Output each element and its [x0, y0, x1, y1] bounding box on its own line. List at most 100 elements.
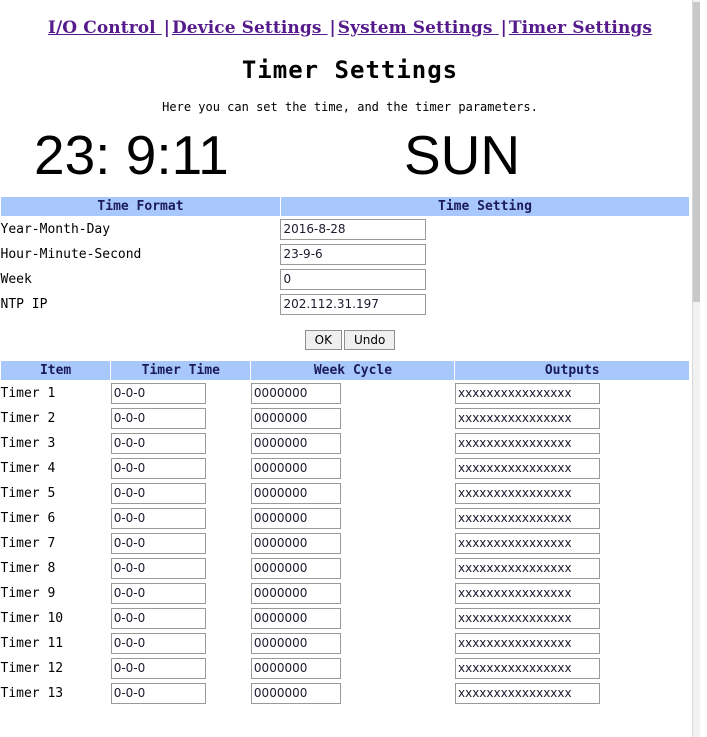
cell-timer-time-7: [110, 531, 251, 556]
outputs-5-input[interactable]: [454, 483, 600, 504]
outputs-7-input[interactable]: [454, 533, 600, 554]
undo-button[interactable]: Undo: [343, 330, 396, 350]
timer-time-4-input[interactable]: [110, 458, 206, 479]
clock-display: 23: 9:11 SUN: [0, 124, 700, 196]
week-cycle-9-input[interactable]: [250, 583, 341, 604]
cell-outputs-3: [454, 431, 690, 456]
nav-link-timer-settings[interactable]: Timer Settings: [509, 18, 652, 38]
timer-settings-page: I/O Control | Device Settings | System Set…: [0, 0, 700, 737]
main-navigation: I/O Control | Device Settings | System Set…: [0, 0, 700, 40]
cell-week: [280, 267, 689, 292]
timer-item-label: Timer 7: [0, 536, 56, 551]
week-cycle-13-input[interactable]: [250, 683, 341, 704]
cell-timer-time-9: [110, 581, 251, 606]
time-table-col-time-setting: Time Setting: [279, 196, 691, 217]
timer-time-7-input[interactable]: [110, 533, 206, 554]
cell-timer-time-3: [110, 431, 251, 456]
timer-time-10-input[interactable]: [110, 608, 206, 629]
label-week: Week: [0, 272, 32, 287]
outputs-12-input[interactable]: [454, 658, 600, 679]
outputs-10-input[interactable]: [454, 608, 600, 629]
table-row: Timer 13: [1, 681, 690, 706]
cell-week-cycle-13: [250, 681, 455, 706]
cell-week-cycle-7: [250, 531, 455, 556]
timer-time-1-input[interactable]: [110, 383, 206, 404]
ntp-ip-input[interactable]: [280, 294, 427, 315]
week-cycle-1-input[interactable]: [250, 383, 341, 404]
cell-timer-time-11: [110, 631, 251, 656]
outputs-9-input[interactable]: [454, 583, 600, 604]
cell-outputs-13: [454, 681, 690, 706]
table-row: Year-Month-Day: [1, 217, 690, 243]
timer-time-11-input[interactable]: [110, 633, 206, 654]
week-cycle-2-input[interactable]: [250, 408, 341, 429]
cell-week-cycle-2: [250, 406, 455, 431]
timer-time-5-input[interactable]: [110, 483, 206, 504]
cell-outputs-12: [454, 656, 690, 681]
week-input[interactable]: [280, 269, 427, 290]
cell-week-cycle-8: [250, 556, 455, 581]
outputs-8-input[interactable]: [454, 558, 600, 579]
timer-time-2-input[interactable]: [110, 408, 206, 429]
outputs-4-input[interactable]: [454, 458, 600, 479]
timer-item-label: Timer 2: [0, 411, 56, 426]
cell-outputs-7: [454, 531, 690, 556]
timer-table-col-week-cycle: Week Cycle: [250, 360, 456, 381]
table-row: Timer 10: [1, 606, 690, 631]
nav-separator-1: |: [163, 18, 170, 38]
timer-time-3-input[interactable]: [110, 433, 206, 454]
cell-ntp-ip: [280, 292, 689, 317]
outputs-6-input[interactable]: [454, 508, 600, 529]
week-cycle-6-input[interactable]: [250, 508, 341, 529]
cell-outputs-5: [454, 481, 690, 506]
form-actions: OK Undo: [0, 329, 700, 350]
table-row: Hour-Minute-Second: [1, 242, 690, 267]
hour-minute-second-input[interactable]: [280, 244, 427, 265]
clock-time: 23: 9:11: [34, 124, 229, 186]
table-row: Week: [1, 267, 690, 292]
ok-button[interactable]: OK: [304, 330, 342, 350]
week-cycle-7-input[interactable]: [250, 533, 341, 554]
nav-link-device-settings[interactable]: Device Settings: [172, 18, 328, 38]
cell-timer-time-4: [110, 456, 251, 481]
year-month-day-input[interactable]: [280, 219, 427, 240]
nav-link-system-settings[interactable]: System Settings: [338, 18, 499, 38]
timer-time-9-input[interactable]: [110, 583, 206, 604]
timer-time-13-input[interactable]: [110, 683, 206, 704]
page-subtitle: Here you can set the time, and the timer…: [162, 100, 538, 114]
cell-outputs-2: [454, 406, 690, 431]
week-cycle-3-input[interactable]: [250, 433, 341, 454]
timer-item-label: Timer 11: [0, 636, 64, 651]
label-ntp-ip: NTP IP: [0, 297, 48, 312]
outputs-1-input[interactable]: [454, 383, 600, 404]
week-cycle-10-input[interactable]: [250, 608, 341, 629]
table-row: Timer 2: [1, 406, 690, 431]
outputs-11-input[interactable]: [454, 633, 600, 654]
week-cycle-5-input[interactable]: [250, 483, 341, 504]
week-cycle-11-input[interactable]: [250, 633, 341, 654]
timer-time-8-input[interactable]: [110, 558, 206, 579]
week-cycle-12-input[interactable]: [250, 658, 341, 679]
table-row: Timer 11: [1, 631, 690, 656]
timer-time-6-input[interactable]: [110, 508, 206, 529]
week-cycle-8-input[interactable]: [250, 558, 341, 579]
outputs-2-input[interactable]: [454, 408, 600, 429]
time-settings-table: Time Format Time Setting Year-Month-Day …: [0, 196, 691, 317]
table-row: Timer 8: [1, 556, 690, 581]
outputs-13-input[interactable]: [454, 683, 600, 704]
cell-timer-time-13: [110, 681, 251, 706]
week-cycle-4-input[interactable]: [250, 458, 341, 479]
cell-week-cycle-12: [250, 656, 455, 681]
cell-outputs-1: [454, 381, 690, 407]
scrollbar-thumb[interactable]: [693, 2, 700, 302]
timer-item-label: Timer 8: [0, 561, 56, 576]
cell-outputs-9: [454, 581, 690, 606]
nav-link-io-control[interactable]: I/O Control: [48, 18, 162, 38]
timer-time-12-input[interactable]: [110, 658, 206, 679]
table-row: Timer 3: [1, 431, 690, 456]
table-row: Timer 12: [1, 656, 690, 681]
table-row: Timer 1: [1, 381, 690, 407]
label-year-month-day: Year-Month-Day: [0, 222, 111, 237]
page-scrollbar[interactable]: [692, 0, 700, 737]
outputs-3-input[interactable]: [454, 433, 600, 454]
